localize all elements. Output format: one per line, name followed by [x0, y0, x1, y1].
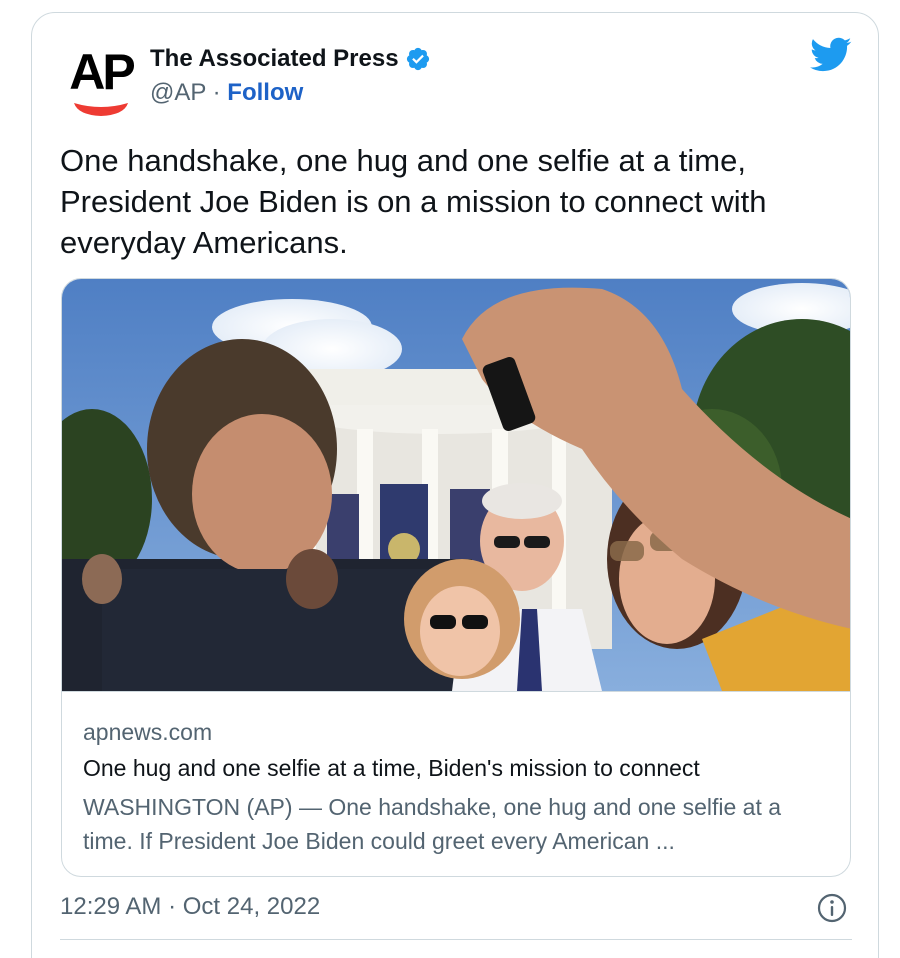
tweet-card[interactable]: AP The Associated Press @AP · Follow One…	[31, 12, 879, 958]
tweet-text: One handshake, one hug and one selfie at…	[60, 143, 767, 260]
tweet-timestamp[interactable]: 12:29 AM · Oct 24, 2022	[60, 893, 320, 921]
verified-badge-icon	[406, 47, 429, 71]
link-domain: apnews.com	[83, 719, 213, 745]
info-icon[interactable]	[816, 892, 848, 924]
ap-logo-text: AP	[69, 44, 135, 100]
tweet-time: 12:29 AM	[60, 893, 162, 920]
timestamp-separator: ·	[168, 893, 183, 920]
link-preview-card[interactable]: apnews.com One hug and one selfie at a t…	[61, 278, 851, 877]
link-title: One hug and one selfie at a time, Biden'…	[83, 755, 700, 781]
handle-separator: ·	[212, 79, 228, 106]
author-name-text: The Associated Press	[150, 45, 399, 72]
author-handle-row: @AP · Follow	[150, 79, 303, 107]
author-handle[interactable]: @AP	[150, 79, 206, 106]
twitter-bird-icon[interactable]	[810, 37, 852, 73]
follow-button[interactable]: Follow	[227, 79, 303, 106]
article-photo	[62, 279, 850, 691]
link-description: WASHINGTON (AP) — One handshake, one hug…	[83, 794, 782, 854]
ap-logo-swoosh	[74, 103, 128, 116]
tweet-date: Oct 24, 2022	[182, 893, 321, 920]
footer-divider	[60, 939, 852, 940]
image-divider	[62, 691, 850, 692]
ap-avatar[interactable]: AP	[66, 45, 136, 117]
author-name[interactable]: The Associated Press	[150, 45, 431, 73]
